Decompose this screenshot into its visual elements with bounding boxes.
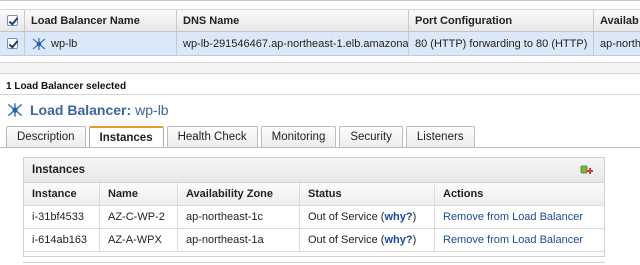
row-checkbox[interactable] [0,32,25,55]
load-balancer-icon [6,102,24,118]
tab-security[interactable]: Security [339,126,403,147]
load-balancer-icon [31,37,47,51]
instance-status-cell: Out of Service (why?) [300,206,435,228]
column-header-instance[interactable]: Instance [24,183,100,205]
column-header-instance-name[interactable]: Name [100,183,178,205]
panel-splitter[interactable] [0,62,640,74]
instance-name-cell: AZ-C-WP-2 [100,206,178,228]
instances-table-header: Instance Name Availability Zone Status A… [24,183,604,206]
status-text: Out of Service [308,234,378,246]
load-balancer-row[interactable]: wp-lb wp-lb-291546467.ap-northeast-1.elb… [0,32,640,56]
remove-instance-link[interactable]: Remove from Load Balancer [435,206,604,228]
why-link[interactable]: why? [384,211,412,223]
remove-link-label[interactable]: Remove from Load Balancer [443,211,583,223]
instance-name-cell: AZ-A-WPX [100,229,178,251]
instance-status-cell: Out of Service (why?) [300,229,435,251]
remove-link-label[interactable]: Remove from Load Balancer [443,234,583,246]
instances-title: Instances [32,164,86,176]
instance-id-cell: i-31bf4533 [24,206,100,228]
why-link[interactable]: why? [384,234,412,246]
detail-title: Load Balancer: wp-lb [6,100,169,120]
row-name-cell: wp-lb [25,32,177,55]
select-all-checkbox[interactable] [0,10,25,31]
column-header-actions: Actions [443,188,484,200]
tab-health-check[interactable]: Health Check [166,126,258,147]
status-paren-close: ) [412,211,417,223]
instances-panel: Instances Instance Name Availability Zon… [23,157,605,257]
remove-instance-link[interactable]: Remove from Load Balancer [435,229,604,251]
row-port-cell: 80 (HTTP) forwarding to 80 (HTTP) [409,32,594,55]
detail-tabs: Description Instances Health Check Monit… [6,126,478,148]
divider [0,94,640,95]
column-header-port[interactable]: Port Configuration [409,10,594,31]
instance-id-cell: i-614ab163 [24,229,100,251]
column-header-dns[interactable]: DNS Name [177,10,409,31]
tab-description[interactable]: Description [6,126,86,147]
status-text: Out of Service [308,211,378,223]
row-dns-cell: wp-lb-291546467.ap-northeast-1.elb.amazo… [177,32,409,55]
row-availability-cell: ap-north [600,37,640,50]
tab-instances[interactable]: Instances [88,126,164,148]
grid-header: Load Balancer Name DNS Name Port Configu… [0,9,640,32]
add-instance-icon[interactable] [580,164,594,176]
detail-title-name: wp-lb [135,102,169,118]
load-balancer-grid: Load Balancer Name DNS Name Port Configu… [0,0,640,62]
selection-status: 1 Load Balancer selected [6,81,127,92]
instances-header: Instances [24,158,604,183]
column-header-availability[interactable]: Availab [594,10,640,31]
panel-bottom-border [23,262,605,263]
column-header-name[interactable]: Load Balancer Name [25,10,177,31]
tab-monitoring[interactable]: Monitoring [260,126,337,147]
table-row: i-31bf4533 AZ-C-WP-2 ap-northeast-1c Out… [24,206,604,229]
instance-zone-cell: ap-northeast-1c [178,206,300,228]
status-paren-close: ) [412,234,417,246]
instance-zone-cell: ap-northeast-1a [178,229,300,251]
tab-baseline [0,147,640,148]
column-header-zone[interactable]: Availability Zone [178,183,300,205]
row-name-text: wp-lb [51,37,78,50]
tab-listeners[interactable]: Listeners [405,126,475,147]
detail-title-label: Load Balancer: [30,102,132,118]
table-row: i-614ab163 AZ-A-WPX ap-northeast-1a Out … [24,229,604,252]
column-header-status[interactable]: Status [300,183,435,205]
